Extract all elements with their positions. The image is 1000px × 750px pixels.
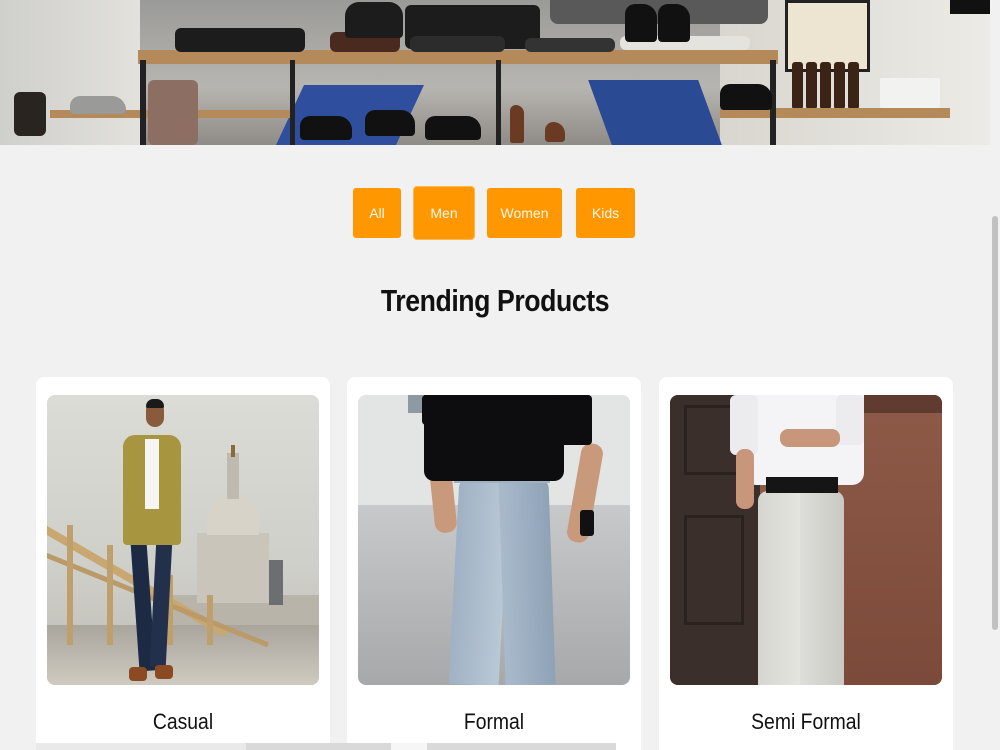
- product-label-semi-formal[interactable]: Semi Formal: [677, 709, 936, 735]
- section-title: Trending Products: [380, 283, 610, 318]
- product-card-semi-formal[interactable]: Semi Formal: [659, 377, 953, 750]
- filter-all-button[interactable]: All: [353, 188, 401, 238]
- product-image-casual[interactable]: [47, 395, 319, 685]
- filter-men-button[interactable]: Men: [414, 187, 474, 239]
- product-image-formal[interactable]: [358, 395, 630, 685]
- product-label-formal[interactable]: Formal: [365, 709, 624, 735]
- product-label-casual[interactable]: Casual: [54, 709, 313, 735]
- scrollbar-thumb[interactable]: [992, 216, 998, 630]
- filter-women-button[interactable]: Women: [487, 188, 562, 238]
- vertical-scrollbar[interactable]: [990, 0, 1000, 750]
- next-row-preview: [36, 743, 616, 750]
- category-filters: All Men Women Kids: [0, 187, 990, 240]
- filter-kids-button[interactable]: Kids: [576, 188, 635, 238]
- product-card-formal[interactable]: Formal: [347, 377, 641, 750]
- product-card-casual[interactable]: Casual: [36, 377, 330, 750]
- product-image-semi-formal[interactable]: [670, 395, 942, 685]
- hero-banner-image: [0, 0, 990, 145]
